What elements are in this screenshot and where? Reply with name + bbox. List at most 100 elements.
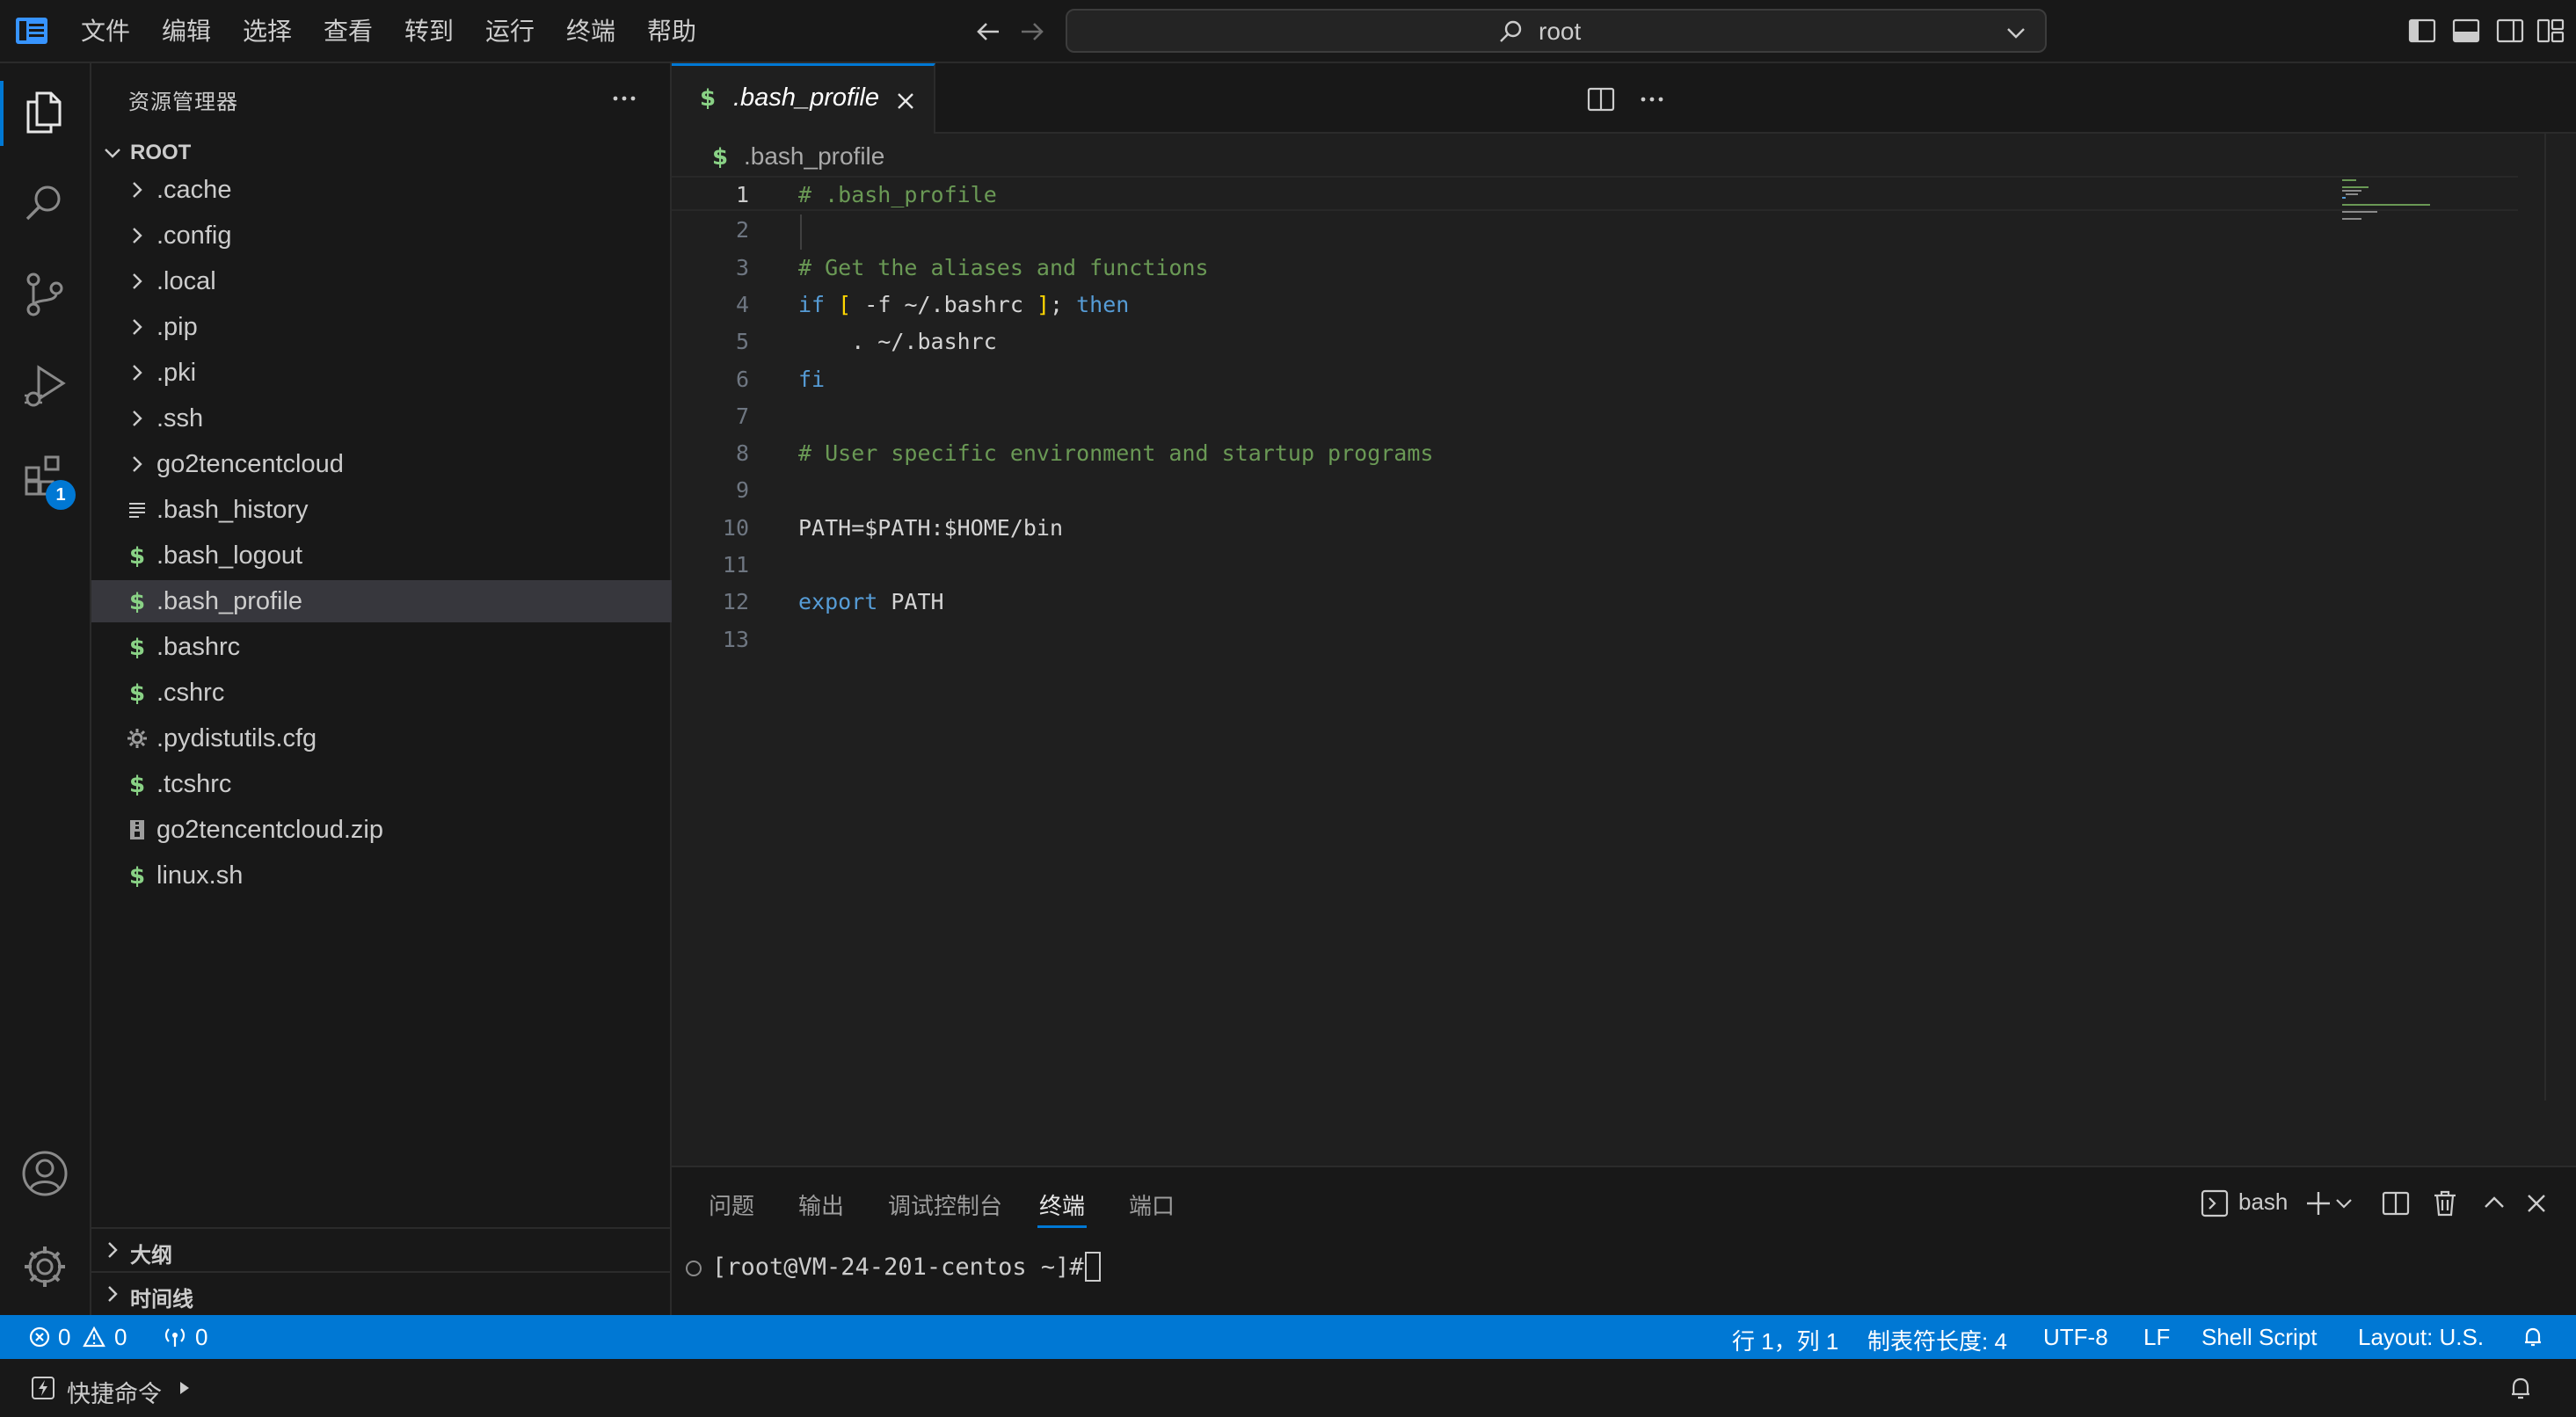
tree-file-item[interactable]: $ .bash_profile <box>91 580 672 622</box>
new-terminal-icon[interactable] <box>2303 1188 2333 1218</box>
code-token-comment: # Get the aliases and functions <box>798 254 1209 280</box>
chevron-down-icon[interactable] <box>2005 21 2027 44</box>
tree-file-item[interactable]: go2tencentcloud.zip <box>91 809 672 851</box>
command-center[interactable]: root <box>1066 9 2047 53</box>
explorer-icon[interactable] <box>19 86 70 137</box>
language-mode[interactable]: Shell Script <box>2201 1324 2318 1351</box>
tree-file-item[interactable]: $ .bash_logout <box>91 534 672 577</box>
tree-folder-item[interactable]: .pip <box>91 306 672 348</box>
panel-tab-terminal[interactable]: 终端 <box>1039 1188 1085 1221</box>
run-debug-icon[interactable] <box>19 360 70 411</box>
keyboard-layout[interactable]: Layout: U.S. <box>2358 1324 2484 1351</box>
chevron-up-icon[interactable] <box>2479 1188 2509 1218</box>
menu-help[interactable]: 帮助 <box>647 14 696 49</box>
code-line[interactable]: 10 PATH=$PATH:$HOME/bin <box>672 511 2518 546</box>
cursor-position[interactable]: 行 1，列 1 <box>1732 1324 1838 1356</box>
play-triangle-icon[interactable] <box>178 1380 192 1396</box>
vscode-app-icon[interactable] <box>16 16 47 46</box>
warning-icon[interactable] <box>83 1326 106 1348</box>
error-icon[interactable] <box>28 1326 51 1348</box>
code-line[interactable]: 12 export PATH <box>672 585 2518 620</box>
panel-tab-output[interactable]: 输出 <box>798 1188 844 1221</box>
bell-icon[interactable] <box>2507 1375 2534 1401</box>
account-icon[interactable] <box>19 1148 70 1199</box>
chevron-right-icon <box>125 315 149 339</box>
bell-icon[interactable] <box>2521 1326 2544 1348</box>
code-line[interactable]: 1 # .bash_profile <box>672 176 2518 211</box>
toggle-secondary-sidebar-icon[interactable] <box>2495 16 2525 46</box>
trash-icon[interactable] <box>2430 1188 2460 1218</box>
code-line[interactable]: 2 <box>672 213 2518 248</box>
close-icon[interactable] <box>893 89 918 113</box>
arrow-left-icon[interactable] <box>972 16 1004 47</box>
tree-folder-item[interactable]: .pki <box>91 352 672 394</box>
breadcrumb-file-label[interactable]: .bash_profile <box>744 142 884 171</box>
editor-scrollbar[interactable] <box>2544 134 2576 1101</box>
menu-terminal[interactable]: 终端 <box>566 14 615 49</box>
code-line[interactable]: 3 # Get the aliases and functions <box>672 251 2518 286</box>
menu-view[interactable]: 查看 <box>324 14 373 49</box>
menu-run[interactable]: 运行 <box>485 14 535 49</box>
error-count[interactable]: 0 <box>58 1324 70 1351</box>
timeline-section-header[interactable]: 时间线 <box>91 1271 672 1313</box>
chevron-down-icon <box>105 149 120 158</box>
tree-file-item[interactable]: .bash_history <box>91 489 672 531</box>
warning-count[interactable]: 0 <box>114 1324 127 1351</box>
quick-command-label[interactable]: 快捷命令 <box>67 1375 162 1409</box>
code-token-text: PATH <box>877 589 944 615</box>
tree-file-item[interactable]: $ .cshrc <box>91 672 672 714</box>
tree-file-item[interactable]: $ .tcshrc <box>91 763 672 805</box>
code-text: # User specific environment and startup … <box>798 436 1433 471</box>
tree-folder-item[interactable]: .config <box>91 214 672 257</box>
panel-tab-problems[interactable]: 问题 <box>709 1188 754 1221</box>
source-control-icon[interactable] <box>19 269 70 320</box>
tree-file-item[interactable]: .pydistutils.cfg <box>91 717 672 759</box>
tree-file-item[interactable]: $ .bashrc <box>91 626 672 668</box>
editor-tab-bash-profile[interactable]: $ .bash_profile <box>672 63 935 134</box>
code-line[interactable]: 13 <box>672 622 2518 658</box>
ports-count[interactable]: 0 <box>195 1324 207 1351</box>
arrow-right-icon[interactable] <box>1016 16 1048 47</box>
toggle-primary-sidebar-icon[interactable] <box>2407 16 2437 46</box>
terminal-prompt[interactable]: [root@VM-24-201-centos ~]# <box>712 1254 1098 1281</box>
code-line[interactable]: 9 <box>672 473 2518 508</box>
menu-go[interactable]: 转到 <box>404 14 454 49</box>
gear-icon[interactable] <box>19 1241 70 1292</box>
customize-layout-icon[interactable] <box>2536 16 2565 46</box>
minimap[interactable] <box>2342 176 2456 246</box>
code-line[interactable]: 4 if [ -f ~/.bashrc ]; then <box>672 287 2518 323</box>
terminal-profile-label[interactable]: bash <box>2238 1188 2288 1216</box>
panel-tab-debug-console[interactable]: 调试控制台 <box>888 1188 1002 1221</box>
tree-item-label: .pydistutils.cfg <box>156 724 317 752</box>
code-line[interactable]: 11 <box>672 548 2518 583</box>
tree-folder-item[interactable]: go2tencentcloud <box>91 443 672 485</box>
tree-folder-item[interactable]: .ssh <box>91 397 672 440</box>
code-line[interactable]: 6 fi <box>672 362 2518 397</box>
root-folder-header[interactable]: ROOT <box>91 134 672 172</box>
tree-file-item[interactable]: $ linux.sh <box>91 854 672 897</box>
encoding[interactable]: UTF-8 <box>2043 1324 2108 1351</box>
menu-selection[interactable]: 选择 <box>243 14 292 49</box>
end-of-line[interactable]: LF <box>2143 1324 2170 1351</box>
split-editor-icon[interactable] <box>1586 84 1616 114</box>
close-icon[interactable] <box>2521 1188 2551 1218</box>
chevron-down-icon[interactable] <box>2333 1188 2354 1218</box>
tab-size[interactable]: 制表符长度: 4 <box>1867 1324 2007 1356</box>
more-actions-icon[interactable] <box>1637 84 1667 114</box>
outline-section-header[interactable]: 大纲 <box>91 1229 672 1271</box>
more-actions-icon[interactable] <box>608 83 640 114</box>
tree-folder-item[interactable]: .cache <box>91 169 672 211</box>
ports-forwarded-icon[interactable] <box>164 1326 186 1348</box>
menu-edit[interactable]: 编辑 <box>162 14 211 49</box>
toggle-panel-icon[interactable] <box>2451 16 2481 46</box>
code-line[interactable]: 5 . ~/.bashrc <box>672 324 2518 360</box>
code-line[interactable]: 7 <box>672 399 2518 434</box>
terminal-icon[interactable] <box>2200 1188 2230 1218</box>
split-terminal-icon[interactable] <box>2381 1188 2411 1218</box>
tree-folder-item[interactable]: .local <box>91 260 672 302</box>
menu-file[interactable]: 文件 <box>81 14 130 49</box>
panel-tab-ports[interactable]: 端口 <box>1129 1188 1175 1221</box>
search-icon[interactable] <box>19 178 70 229</box>
lightning-icon[interactable] <box>30 1375 56 1401</box>
code-line[interactable]: 8 # User specific environment and startup… <box>672 436 2518 471</box>
